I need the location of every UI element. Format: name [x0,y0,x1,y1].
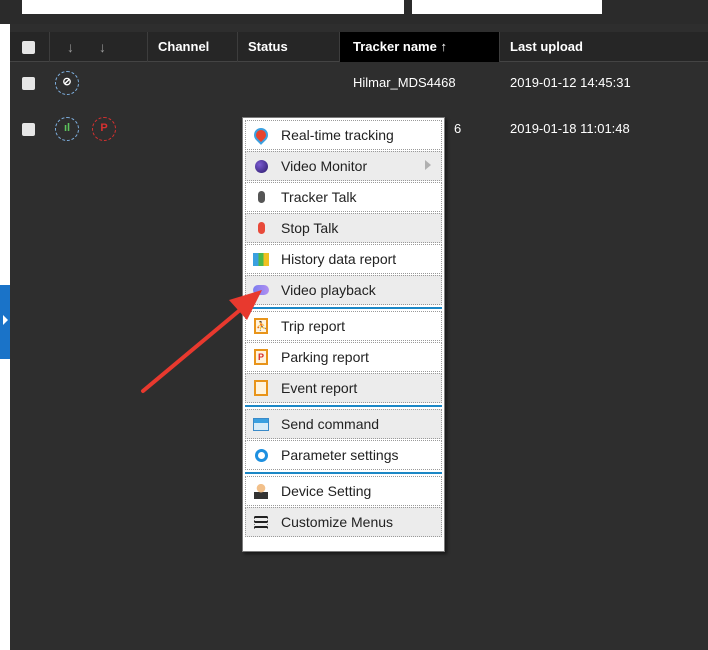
menu-item-label: Parameter settings [281,447,399,463]
menu-item-stop-talk[interactable]: Stop Talk [245,213,442,243]
menu-item-label: Video playback [281,282,376,298]
menu-icon [250,512,272,532]
row-checkbox[interactable] [22,77,35,90]
tracker-name: Hilmar_MDS4468 [353,75,456,90]
menu-item-label: Real-time tracking [281,127,394,143]
context-menu: Real-time tracking Video Monitor Tracker… [242,117,445,552]
command-icon [250,414,272,434]
menu-item-video-playback[interactable]: Video playback [245,275,442,305]
menu-item-label: Trip report [281,318,346,334]
column-header-status[interactable]: Status [238,32,340,62]
menu-item-send-command[interactable]: Send command [245,409,442,439]
microphone-red-icon [250,218,272,238]
menu-item-label: Event report [281,380,358,396]
menu-item-label: Stop Talk [281,220,339,236]
last-upload: 2019-01-18 11:01:48 [510,121,630,136]
last-upload: 2019-01-12 14:45:31 [510,75,631,90]
menu-item-parking-report[interactable]: P Parking report [245,342,442,372]
column-header-last-upload[interactable]: Last upload [500,32,708,62]
menu-item-customize-menus[interactable]: Customize Menus [245,507,442,537]
sort-down-icon[interactable]: ↓ [67,32,74,62]
globe-icon [250,156,272,176]
ring-icon [250,445,272,465]
sidebar-toggle-button[interactable] [0,285,10,359]
submenu-arrow-icon [425,160,431,170]
menu-divider [245,405,442,407]
menu-item-event-report[interactable]: Event report [245,373,442,403]
signal-off-icon[interactable]: ⊘ [55,71,79,95]
filter-input[interactable] [412,0,602,14]
menu-item-real-time-tracking[interactable]: Real-time tracking [245,120,442,150]
column-header-channel[interactable]: Channel [148,32,238,62]
trip-report-icon: ⛹ [250,316,272,336]
sort-column: ↓ ↓ [50,32,148,62]
menu-item-trip-report[interactable]: ⛹ Trip report [245,311,442,341]
event-report-icon [250,378,272,398]
top-toolbar [0,0,708,24]
menu-item-label: History data report [281,251,397,267]
menu-item-label: Send command [281,416,380,432]
table-header: ↓ ↓ Channel Status Tracker name ↑ Last u… [10,32,708,62]
select-all-column [10,32,50,62]
menu-item-label: Device Setting [281,483,372,499]
microphone-icon [250,187,272,207]
tracker-name: 6 [454,121,462,136]
table-row[interactable]: ⊘ Hilmar_MDS4468 2019-01-12 14:45:31 [10,68,708,98]
menu-item-label: Video Monitor [281,158,368,174]
camera-icon [250,280,272,300]
column-header-tracker-name[interactable]: Tracker name ↑ [340,32,500,62]
menu-item-video-monitor[interactable]: Video Monitor [245,151,442,181]
row-checkbox[interactable] [22,123,35,136]
user-icon [250,481,272,501]
menu-item-label: Tracker Talk [281,189,357,205]
map-icon [250,249,272,269]
signal-bars-icon[interactable]: ıl [55,117,79,141]
menu-item-label: Customize Menus [281,514,394,530]
menu-item-device-setting[interactable]: Device Setting [245,476,442,506]
menu-divider [245,472,442,474]
menu-item-tracker-talk[interactable]: Tracker Talk [245,182,442,212]
select-all-checkbox[interactable] [22,41,35,54]
menu-item-parameter-settings[interactable]: Parameter settings [245,440,442,470]
sort-down-icon[interactable]: ↓ [99,32,106,62]
menu-divider [245,307,442,309]
menu-item-history-data-report[interactable]: History data report [245,244,442,274]
parking-icon[interactable]: P [92,117,116,141]
search-input[interactable] [22,0,404,14]
menu-item-label: Parking report [281,349,369,365]
parking-report-icon: P [250,347,272,367]
map-pin-icon [250,125,272,145]
